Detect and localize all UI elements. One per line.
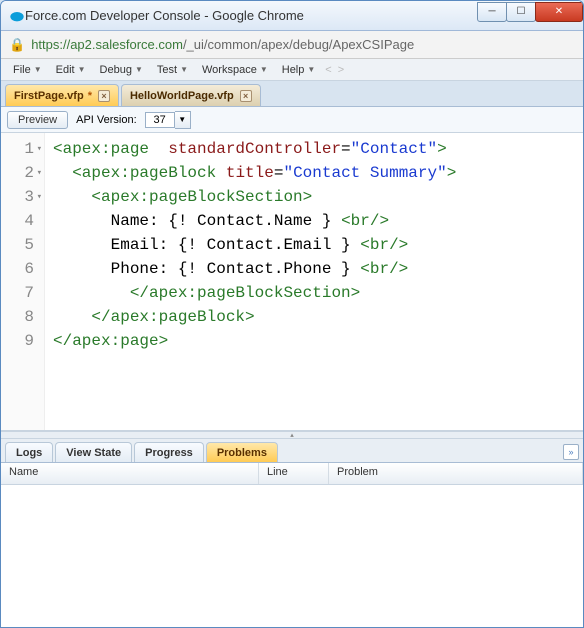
editor-tabs: FirstPage.vfp * × HelloWorldPage.vfp × bbox=[1, 81, 583, 107]
menubar: File▼ Edit▼ Debug▼ Test▼ Workspace▼ Help… bbox=[1, 59, 583, 81]
expand-panel-icon[interactable]: » bbox=[563, 444, 579, 460]
code-line[interactable]: Name: {! Contact.Name } <br/> bbox=[53, 209, 456, 233]
code-line[interactable]: </apex:pageBlockSection> bbox=[53, 281, 456, 305]
line-number: 1 bbox=[1, 137, 40, 161]
column-line[interactable]: Line bbox=[259, 463, 329, 484]
chevron-down-icon: ▼ bbox=[34, 65, 42, 74]
chevron-down-icon: ▼ bbox=[260, 65, 268, 74]
menu-file[interactable]: File▼ bbox=[7, 62, 48, 78]
close-button[interactable]: ✕ bbox=[535, 2, 583, 22]
preview-button[interactable]: Preview bbox=[7, 111, 68, 129]
line-number: 5 bbox=[1, 233, 40, 257]
chevron-down-icon: ▼ bbox=[307, 65, 315, 74]
bottom-panel-tabs: Logs View State Progress Problems » bbox=[1, 439, 583, 463]
url-text: https://ap2.salesforce.com/_ui/common/ap… bbox=[31, 37, 414, 52]
window-controls: ─ ☐ ✕ bbox=[478, 2, 583, 24]
url-path: /_ui/common/apex/debug/ApexCSIPage bbox=[183, 37, 414, 52]
salesforce-logo-icon bbox=[9, 8, 25, 24]
tab-viewstate[interactable]: View State bbox=[55, 442, 132, 462]
line-gutter: 123456789 bbox=[1, 133, 45, 430]
menu-workspace[interactable]: Workspace▼ bbox=[196, 62, 274, 78]
url-host: https://ap2.salesforce.com bbox=[31, 37, 183, 52]
line-number: 4 bbox=[1, 209, 40, 233]
line-number: 7 bbox=[1, 281, 40, 305]
panel-splitter[interactable]: ▴ bbox=[1, 431, 583, 439]
lock-icon: 🔒 bbox=[9, 37, 25, 53]
chrome-window: Force.com Developer Console - Google Chr… bbox=[0, 0, 584, 628]
code-line[interactable]: <apex:pageBlock title="Contact Summary"> bbox=[53, 161, 456, 185]
code-editor[interactable]: 123456789 <apex:page standardController=… bbox=[1, 133, 583, 431]
code-line[interactable]: </apex:pageBlock> bbox=[53, 305, 456, 329]
nav-prev[interactable]: < bbox=[325, 64, 331, 76]
code-line[interactable]: <apex:pageBlockSection> bbox=[53, 185, 456, 209]
nav-next[interactable]: > bbox=[338, 64, 344, 76]
address-bar[interactable]: 🔒 https://ap2.salesforce.com/_ui/common/… bbox=[1, 31, 583, 59]
column-problem[interactable]: Problem bbox=[329, 463, 583, 484]
problems-body bbox=[1, 485, 583, 627]
tab-label: FirstPage.vfp bbox=[14, 90, 84, 102]
editor-toolbar: Preview API Version: ▼ bbox=[1, 107, 583, 133]
line-number: 6 bbox=[1, 257, 40, 281]
tab-logs[interactable]: Logs bbox=[5, 442, 53, 462]
code-line[interactable]: </apex:page> bbox=[53, 329, 456, 353]
chevron-down-icon: ▼ bbox=[135, 65, 143, 74]
code-line[interactable]: Email: {! Contact.Email } <br/> bbox=[53, 233, 456, 257]
code-line[interactable]: Phone: {! Contact.Phone } <br/> bbox=[53, 257, 456, 281]
tab-label: HelloWorldPage.vfp bbox=[130, 90, 234, 102]
code-line[interactable]: <apex:page standardController="Contact"> bbox=[53, 137, 456, 161]
maximize-button[interactable]: ☐ bbox=[506, 2, 536, 22]
titlebar: Force.com Developer Console - Google Chr… bbox=[1, 1, 583, 31]
menu-test[interactable]: Test▼ bbox=[151, 62, 194, 78]
tab-close-icon[interactable]: × bbox=[98, 90, 110, 102]
api-version-input[interactable] bbox=[145, 112, 175, 128]
tab-problems[interactable]: Problems bbox=[206, 442, 278, 462]
api-version-select[interactable]: ▼ bbox=[145, 111, 191, 129]
menu-edit[interactable]: Edit▼ bbox=[50, 62, 92, 78]
line-number: 8 bbox=[1, 305, 40, 329]
menu-help[interactable]: Help▼ bbox=[276, 62, 322, 78]
minimize-button[interactable]: ─ bbox=[477, 2, 507, 22]
code-area[interactable]: <apex:page standardController="Contact">… bbox=[45, 133, 456, 430]
dirty-indicator: * bbox=[88, 90, 92, 102]
tab-progress[interactable]: Progress bbox=[134, 442, 204, 462]
tab-close-icon[interactable]: × bbox=[240, 90, 252, 102]
line-number: 2 bbox=[1, 161, 40, 185]
api-version-label: API Version: bbox=[76, 114, 137, 126]
chevron-down-icon[interactable]: ▼ bbox=[175, 111, 191, 129]
tab-firstpage[interactable]: FirstPage.vfp * × bbox=[5, 84, 119, 106]
window-title: Force.com Developer Console - Google Chr… bbox=[25, 8, 478, 23]
chevron-down-icon: ▼ bbox=[78, 65, 86, 74]
chevron-down-icon: ▼ bbox=[180, 65, 188, 74]
problems-header: Name Line Problem bbox=[1, 463, 583, 485]
line-number: 9 bbox=[1, 329, 40, 353]
menu-debug[interactable]: Debug▼ bbox=[94, 62, 149, 78]
column-name[interactable]: Name bbox=[1, 463, 259, 484]
tab-helloworld[interactable]: HelloWorldPage.vfp × bbox=[121, 84, 261, 106]
line-number: 3 bbox=[1, 185, 40, 209]
